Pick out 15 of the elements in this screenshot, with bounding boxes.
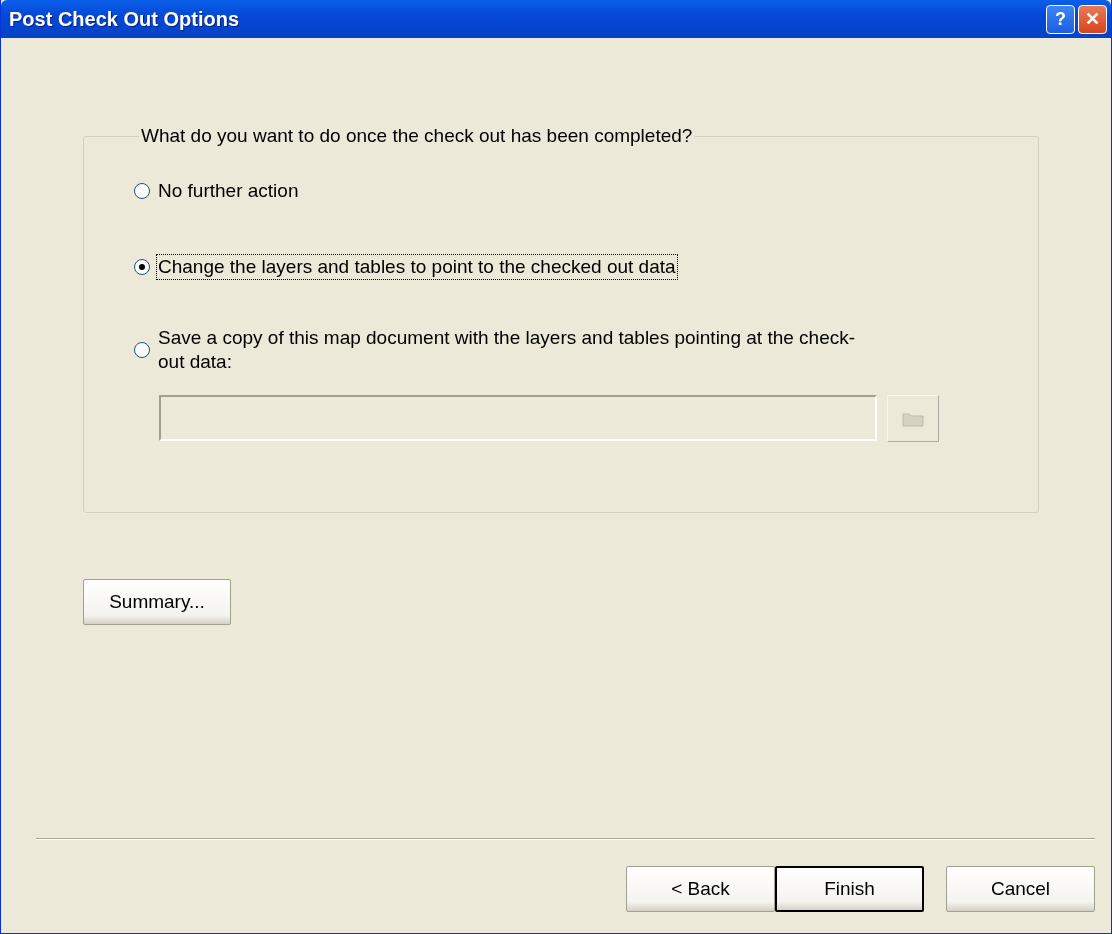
close-button[interactable]: ✕ — [1078, 4, 1107, 34]
window-title: Post Check Out Options — [9, 7, 241, 31]
radio-button[interactable] — [134, 259, 150, 275]
dialog-button[interactable]: < Back — [626, 866, 775, 912]
radio-button[interactable] — [134, 183, 150, 199]
radio-button[interactable] — [134, 342, 150, 358]
folder-icon — [902, 410, 924, 427]
summary-button[interactable]: Summary... — [83, 579, 231, 625]
dialog-button[interactable]: Finish — [775, 866, 924, 912]
option-label[interactable]: No further action — [156, 178, 301, 204]
help-button[interactable]: ? — [1046, 4, 1075, 34]
group-legend: What do you want to do once the check out has been completed? — [139, 125, 695, 147]
option-label[interactable]: Change the layers and tables to point to the checked out data — [156, 254, 678, 280]
dialog-button[interactable]: Cancel — [946, 866, 1095, 912]
option-label[interactable]: Save a copy of this map document with the layers and tables pointing at the check-out data: — [156, 325, 860, 375]
